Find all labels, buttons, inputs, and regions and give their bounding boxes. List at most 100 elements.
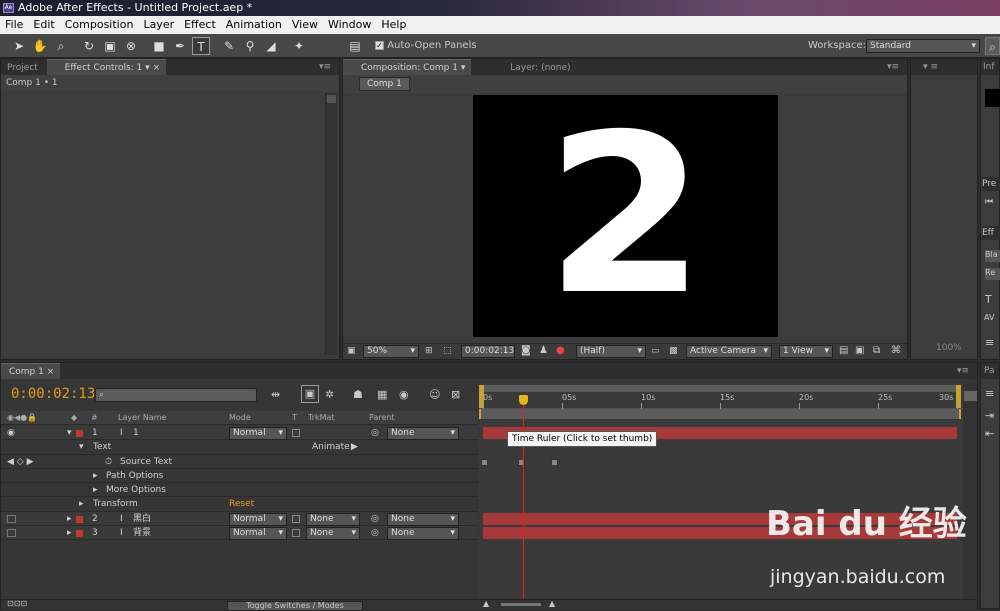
layer-search-input[interactable]: ⌕ bbox=[95, 388, 257, 402]
rectangle-mask-icon[interactable]: ■ bbox=[150, 37, 168, 55]
pickwhip-icon[interactable]: ◎ bbox=[371, 512, 379, 526]
toggle-switches-modes-button[interactable]: Toggle Switches / Modes bbox=[227, 601, 363, 611]
character-type-icon[interactable]: T bbox=[985, 293, 992, 306]
menu-animation[interactable]: Animation bbox=[221, 16, 287, 34]
layer-label-color[interactable] bbox=[76, 430, 83, 437]
flowchart-icon[interactable]: ⌘ bbox=[891, 345, 901, 356]
col-layer-name[interactable]: Layer Name bbox=[118, 411, 166, 425]
property-row[interactable]: ▾ Text Animate: ▶ bbox=[1, 440, 478, 455]
trkmat-dropdown[interactable]: None ▾ bbox=[306, 527, 360, 541]
brush-tool-icon[interactable]: ✎ bbox=[220, 37, 238, 55]
menu-edit[interactable]: Edit bbox=[28, 16, 59, 34]
property-row[interactable]: ▸ More Options bbox=[1, 483, 478, 498]
video-toggle-icon[interactable] bbox=[7, 529, 16, 538]
stopwatch-icon[interactable]: ⏱ bbox=[105, 455, 112, 469]
pen-tool-icon[interactable]: ✒ bbox=[171, 37, 189, 55]
parent-dropdown[interactable]: None ▾ bbox=[387, 527, 459, 541]
reset-link[interactable]: Reset bbox=[229, 497, 254, 511]
preserve-transparency-checkbox[interactable] bbox=[292, 429, 300, 437]
comp-mini-flowchart-icon[interactable]: ⇹ bbox=[271, 388, 280, 401]
layer-label-color[interactable] bbox=[76, 530, 83, 538]
menu-file[interactable]: File bbox=[0, 16, 28, 34]
indent-right-icon[interactable]: ⇤ bbox=[985, 427, 994, 440]
toggle-pixel-icon[interactable]: ▤ bbox=[839, 345, 848, 356]
panel-menu-icon[interactable]: ▾≡ bbox=[319, 59, 331, 75]
chevron-down-icon[interactable]: ▾ bbox=[923, 62, 928, 72]
twirl-closed-icon[interactable]: ▸ bbox=[67, 526, 72, 540]
menu-effect[interactable]: Effect bbox=[179, 16, 221, 34]
camera-snapshot-icon[interactable]: ◙ bbox=[521, 345, 531, 356]
comp-timecode[interactable]: 0:00:02:13 bbox=[461, 345, 515, 358]
parent-dropdown[interactable]: None ▾ bbox=[387, 512, 459, 526]
twirl-open-icon[interactable]: ▾ bbox=[67, 426, 72, 440]
hide-shy-icon[interactable]: ☗ bbox=[353, 388, 363, 401]
frame-blending-icon[interactable]: ▦ bbox=[377, 388, 387, 401]
timeline-icon[interactable]: ⧉ bbox=[873, 345, 880, 356]
region-icon[interactable]: ⬚ bbox=[443, 346, 452, 356]
property-row[interactable]: ▸ Path Options bbox=[1, 469, 478, 484]
scroll-thumb[interactable] bbox=[964, 391, 977, 401]
first-frame-icon[interactable]: ⏮ bbox=[985, 197, 993, 207]
layer-label-color[interactable] bbox=[76, 515, 83, 523]
hand-tool-icon[interactable]: ✋ bbox=[31, 37, 49, 55]
effects-item-1[interactable]: Bla bbox=[985, 250, 1000, 262]
tab-project[interactable]: Project bbox=[1, 60, 44, 76]
panel-icon[interactable]: ▤ bbox=[346, 37, 364, 55]
align-left-icon[interactable]: ≡ bbox=[985, 387, 994, 400]
expand-switches-icon[interactable]: ⊡⊡⊡ bbox=[7, 599, 27, 608]
twirl-closed-icon[interactable]: ▸ bbox=[93, 469, 98, 483]
composition-canvas[interactable]: 2 bbox=[473, 95, 778, 337]
layer-row[interactable]: ◉ ▾ 1 I 1 Normal ▾ ◎ None ▾ bbox=[1, 426, 478, 441]
preserve-transparency-checkbox[interactable] bbox=[292, 529, 300, 538]
tab-layer[interactable]: Layer: (none) bbox=[504, 60, 576, 76]
live-update-icon[interactable]: ▣ bbox=[301, 385, 319, 403]
mode-dropdown[interactable]: Normal ▾ bbox=[229, 527, 287, 541]
channel-icon[interactable]: ● bbox=[556, 345, 565, 356]
menu-help[interactable]: Help bbox=[376, 16, 411, 34]
timeline-timecode[interactable]: 0:00:02:13 bbox=[11, 386, 95, 402]
graph-editor-icon[interactable]: ⊠ bbox=[451, 388, 460, 401]
animate-play-icon[interactable]: ▶ bbox=[351, 440, 358, 454]
scroll-up-icon[interactable] bbox=[327, 95, 336, 103]
menu-composition[interactable]: Composition bbox=[60, 16, 139, 34]
camera-tool-icon[interactable]: ▣ bbox=[101, 37, 119, 55]
eye-icon[interactable]: ◉ bbox=[7, 426, 15, 440]
pan-behind-tool-icon[interactable]: ⊗ bbox=[122, 37, 140, 55]
trkmat-dropdown[interactable]: None ▾ bbox=[306, 512, 360, 526]
show-snapshot-icon[interactable]: ♟ bbox=[539, 345, 548, 356]
camera-dropdown[interactable]: Active Camera ▾ bbox=[686, 345, 772, 358]
chevron-down-icon[interactable]: ▾ bbox=[145, 63, 150, 73]
layer-row[interactable]: ▸ 2 I 黑白 Normal ▾ None ▾ ◎ None ▾ bbox=[1, 511, 478, 527]
panel-menu-icon[interactable]: ▾≡ bbox=[957, 363, 969, 379]
fast-preview-icon[interactable]: ▣ bbox=[855, 345, 864, 356]
video-toggle-icon[interactable] bbox=[7, 514, 16, 523]
indent-icon[interactable]: ⇥ bbox=[985, 409, 994, 422]
twirl-closed-icon[interactable]: ▸ bbox=[67, 512, 72, 526]
eraser-icon[interactable]: ◢ bbox=[262, 37, 280, 55]
close-icon[interactable]: × bbox=[153, 63, 161, 73]
tab-info[interactable]: Inf bbox=[981, 59, 999, 75]
zoom-in-icon[interactable]: ▲ bbox=[549, 599, 555, 608]
comp-subtab[interactable]: Comp 1 bbox=[359, 77, 410, 91]
time-ruler[interactable]: 0s 05s 10s 15s 20s 25s 30s bbox=[479, 393, 963, 409]
clone-stamp-icon[interactable]: ⚲ bbox=[241, 37, 259, 55]
pickwhip-icon[interactable]: ◎ bbox=[371, 526, 379, 540]
scrollbar[interactable] bbox=[325, 93, 337, 355]
current-time-indicator[interactable] bbox=[519, 395, 529, 405]
layer-name[interactable]: 黑白 bbox=[133, 512, 151, 526]
menu-window[interactable]: Window bbox=[323, 16, 376, 34]
view-layout-dropdown[interactable]: 1 View ▾ bbox=[779, 345, 833, 358]
twirl-closed-icon[interactable]: ▸ bbox=[93, 483, 98, 497]
tab-paragraph[interactable]: Pa bbox=[981, 363, 999, 379]
rotation-tool-icon[interactable]: ↻ bbox=[80, 37, 98, 55]
motion-blur-icon[interactable]: ◉ bbox=[399, 388, 409, 401]
parent-dropdown[interactable]: None ▾ bbox=[387, 427, 459, 440]
layer-row[interactable]: ▸ 3 I 背景 Normal ▾ None ▾ ◎ None ▾ bbox=[1, 526, 478, 541]
preserve-transparency-checkbox[interactable] bbox=[292, 514, 300, 523]
resolution-icon[interactable]: ⊞ bbox=[425, 346, 433, 356]
auto-open-checkbox[interactable]: ✓ bbox=[375, 40, 384, 50]
layer-name[interactable]: 背景 bbox=[133, 526, 151, 540]
tab-composition[interactable]: Composition: Comp 1 ▾ bbox=[343, 59, 472, 75]
menu-lines-icon[interactable]: ≡ bbox=[985, 336, 994, 349]
brainstorm-icon[interactable]: ☺ bbox=[429, 388, 440, 401]
